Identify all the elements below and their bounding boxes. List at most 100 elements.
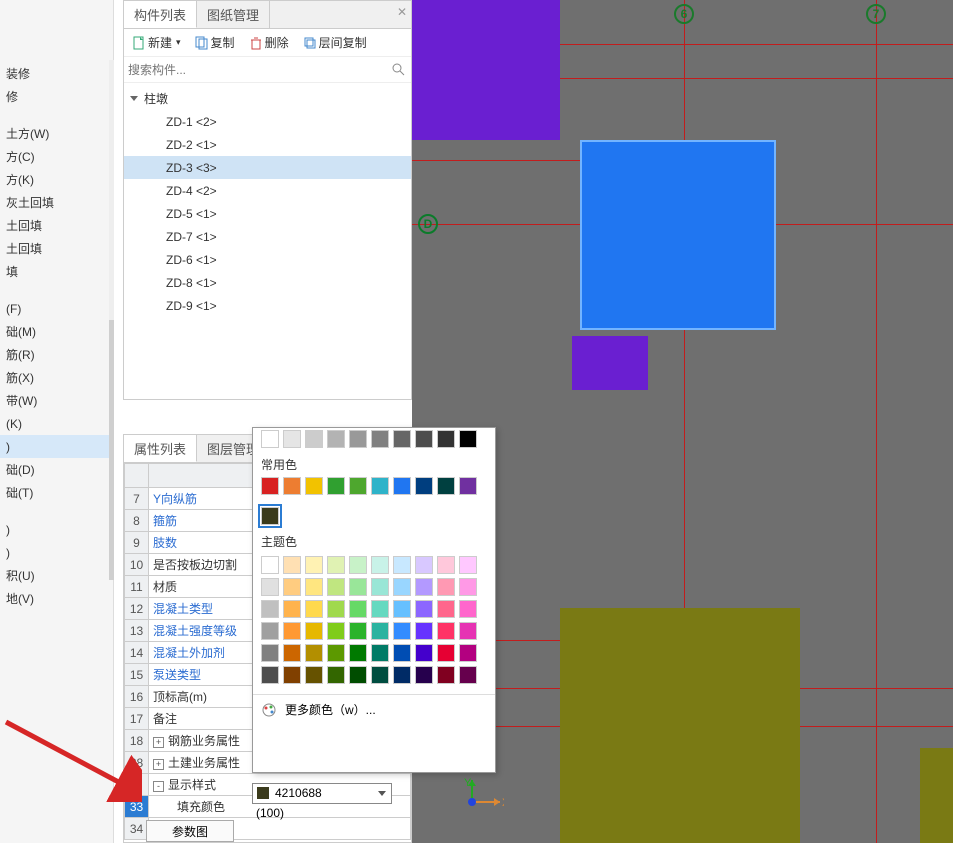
color-swatch[interactable] bbox=[327, 556, 345, 574]
color-swatch[interactable] bbox=[393, 644, 411, 662]
color-swatch[interactable] bbox=[261, 430, 279, 448]
sidebar-item[interactable]: 地(V) bbox=[0, 587, 113, 610]
color-swatch[interactable] bbox=[327, 578, 345, 596]
color-swatch[interactable] bbox=[459, 430, 477, 448]
more-colors-button[interactable]: 更多颜色（w）... bbox=[253, 694, 495, 724]
dropdown-icon[interactable] bbox=[375, 786, 389, 800]
color-swatch[interactable] bbox=[327, 622, 345, 640]
color-swatch[interactable] bbox=[393, 666, 411, 684]
color-swatch[interactable] bbox=[393, 622, 411, 640]
tab-property-list[interactable]: 属性列表 bbox=[124, 435, 197, 462]
search-icon[interactable] bbox=[391, 62, 407, 78]
sidebar-item[interactable]: 方(K) bbox=[0, 168, 113, 191]
color-swatch[interactable] bbox=[283, 578, 301, 596]
tree-item[interactable]: ZD-8 <1> bbox=[124, 271, 411, 294]
param-diagram-button[interactable]: 参数图 bbox=[146, 820, 234, 842]
foundation-block[interactable] bbox=[560, 608, 800, 843]
expand-icon[interactable]: + bbox=[153, 759, 164, 770]
sidebar-item[interactable]: ) bbox=[0, 541, 113, 564]
color-swatch[interactable] bbox=[283, 430, 301, 448]
copy-button[interactable]: 复制 bbox=[191, 32, 239, 53]
sidebar-item[interactable]: (F) bbox=[0, 297, 113, 320]
tree-item[interactable]: ZD-6 <1> bbox=[124, 248, 411, 271]
fill-color-input[interactable]: 4210688 bbox=[252, 783, 392, 804]
color-swatch[interactable] bbox=[305, 644, 323, 662]
sidebar-item[interactable]: 础(D) bbox=[0, 458, 113, 481]
sidebar-item[interactable]: 筋(R) bbox=[0, 343, 113, 366]
foundation-block[interactable] bbox=[412, 0, 560, 140]
sidebar-item[interactable]: 土回填 bbox=[0, 214, 113, 237]
color-swatch[interactable] bbox=[327, 430, 345, 448]
selected-color-swatch[interactable] bbox=[261, 507, 279, 525]
sidebar-item[interactable]: 础(T) bbox=[0, 481, 113, 504]
expand-icon[interactable]: + bbox=[153, 737, 164, 748]
color-swatch[interactable] bbox=[415, 578, 433, 596]
color-swatch[interactable] bbox=[305, 578, 323, 596]
color-swatch[interactable] bbox=[349, 622, 367, 640]
color-swatch[interactable] bbox=[261, 644, 279, 662]
color-swatch[interactable] bbox=[261, 622, 279, 640]
collapse-icon[interactable]: - bbox=[153, 781, 164, 792]
color-swatch[interactable] bbox=[371, 430, 389, 448]
color-swatch[interactable] bbox=[371, 622, 389, 640]
color-swatch[interactable] bbox=[305, 556, 323, 574]
delete-button[interactable]: 删除 bbox=[245, 32, 293, 53]
color-swatch[interactable] bbox=[349, 477, 367, 495]
color-swatch[interactable] bbox=[349, 430, 367, 448]
sidebar-item[interactable]: 土方(W) bbox=[0, 122, 113, 145]
color-swatch[interactable] bbox=[261, 666, 279, 684]
color-swatch[interactable] bbox=[371, 644, 389, 662]
color-swatch[interactable] bbox=[283, 644, 301, 662]
sidebar-item[interactable]: 土回填 bbox=[0, 237, 113, 260]
color-swatch[interactable] bbox=[437, 430, 455, 448]
color-swatch[interactable] bbox=[327, 666, 345, 684]
sidebar-item-selected[interactable]: ) bbox=[0, 435, 113, 458]
scrollbar-thumb[interactable] bbox=[109, 320, 114, 580]
color-swatch[interactable] bbox=[437, 644, 455, 662]
color-swatch[interactable] bbox=[459, 578, 477, 596]
color-swatch[interactable] bbox=[371, 578, 389, 596]
color-swatch[interactable] bbox=[393, 600, 411, 618]
color-swatch[interactable] bbox=[305, 666, 323, 684]
color-swatch[interactable] bbox=[371, 600, 389, 618]
color-swatch[interactable] bbox=[327, 600, 345, 618]
color-swatch[interactable] bbox=[459, 556, 477, 574]
tree-root[interactable]: 柱墩 bbox=[124, 87, 411, 110]
color-swatch[interactable] bbox=[371, 556, 389, 574]
color-swatch[interactable] bbox=[327, 477, 345, 495]
foundation-block[interactable] bbox=[572, 336, 648, 390]
color-swatch[interactable] bbox=[283, 666, 301, 684]
color-swatch[interactable] bbox=[393, 430, 411, 448]
sidebar-item[interactable]: 础(M) bbox=[0, 320, 113, 343]
tree-item[interactable]: ZD-2 <1> bbox=[124, 133, 411, 156]
foundation-block-selected[interactable] bbox=[580, 140, 776, 330]
color-swatch[interactable] bbox=[371, 477, 389, 495]
color-swatch[interactable] bbox=[415, 556, 433, 574]
tree-item[interactable]: ZD-1 <2> bbox=[124, 110, 411, 133]
color-swatch[interactable] bbox=[305, 430, 323, 448]
tab-drawing-manage[interactable]: 图纸管理 bbox=[197, 1, 270, 28]
color-swatch[interactable] bbox=[415, 622, 433, 640]
color-swatch[interactable] bbox=[437, 622, 455, 640]
color-swatch[interactable] bbox=[437, 666, 455, 684]
sidebar-item[interactable]: 装修 bbox=[0, 62, 113, 85]
tab-component-list[interactable]: 构件列表 bbox=[124, 1, 197, 28]
color-swatch[interactable] bbox=[459, 666, 477, 684]
layer-copy-button[interactable]: 层间复制 bbox=[299, 32, 371, 53]
color-swatch[interactable] bbox=[349, 644, 367, 662]
color-swatch[interactable] bbox=[283, 556, 301, 574]
color-swatch[interactable] bbox=[437, 600, 455, 618]
sidebar-item[interactable]: 方(C) bbox=[0, 145, 113, 168]
color-swatch[interactable] bbox=[283, 477, 301, 495]
tree-item[interactable]: ZD-9 <1> bbox=[124, 294, 411, 317]
color-swatch[interactable] bbox=[415, 666, 433, 684]
color-swatch[interactable] bbox=[283, 622, 301, 640]
sidebar-item[interactable]: ) bbox=[0, 518, 113, 541]
foundation-block[interactable] bbox=[920, 748, 953, 843]
color-swatch[interactable] bbox=[437, 556, 455, 574]
color-swatch[interactable] bbox=[459, 477, 477, 495]
color-swatch[interactable] bbox=[393, 477, 411, 495]
color-swatch[interactable] bbox=[371, 666, 389, 684]
close-icon[interactable]: ✕ bbox=[397, 5, 407, 19]
color-swatch[interactable] bbox=[393, 556, 411, 574]
